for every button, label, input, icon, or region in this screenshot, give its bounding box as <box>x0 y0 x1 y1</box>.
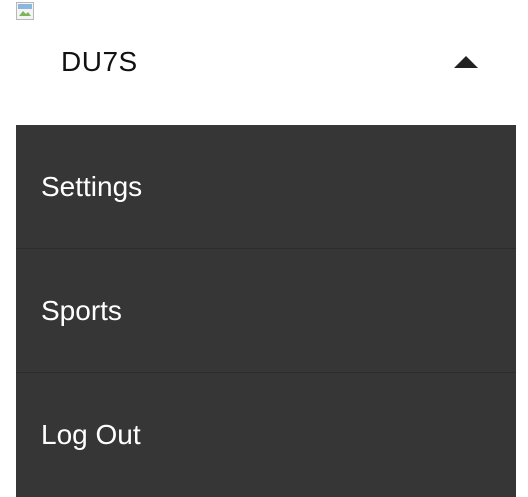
menu-item-label: Log Out <box>41 419 141 450</box>
menu-item-log-out[interactable]: Log Out <box>16 373 516 497</box>
dropdown-menu: Settings Sports Log Out <box>16 125 516 497</box>
broken-image-icon <box>16 2 34 20</box>
menu-item-label: Settings <box>41 170 143 202</box>
menu-item-settings[interactable]: Settings <box>16 125 516 249</box>
menu-item-sports[interactable]: Sports <box>16 249 516 373</box>
user-menu-toggle[interactable]: DU7S <box>16 28 516 96</box>
username-label: DU7S <box>61 46 138 77</box>
user-menu-page: DU7S Settings Sports Log Out <box>0 0 528 497</box>
menu-item-label: Sports <box>41 294 122 326</box>
caret-up-icon <box>454 56 478 68</box>
